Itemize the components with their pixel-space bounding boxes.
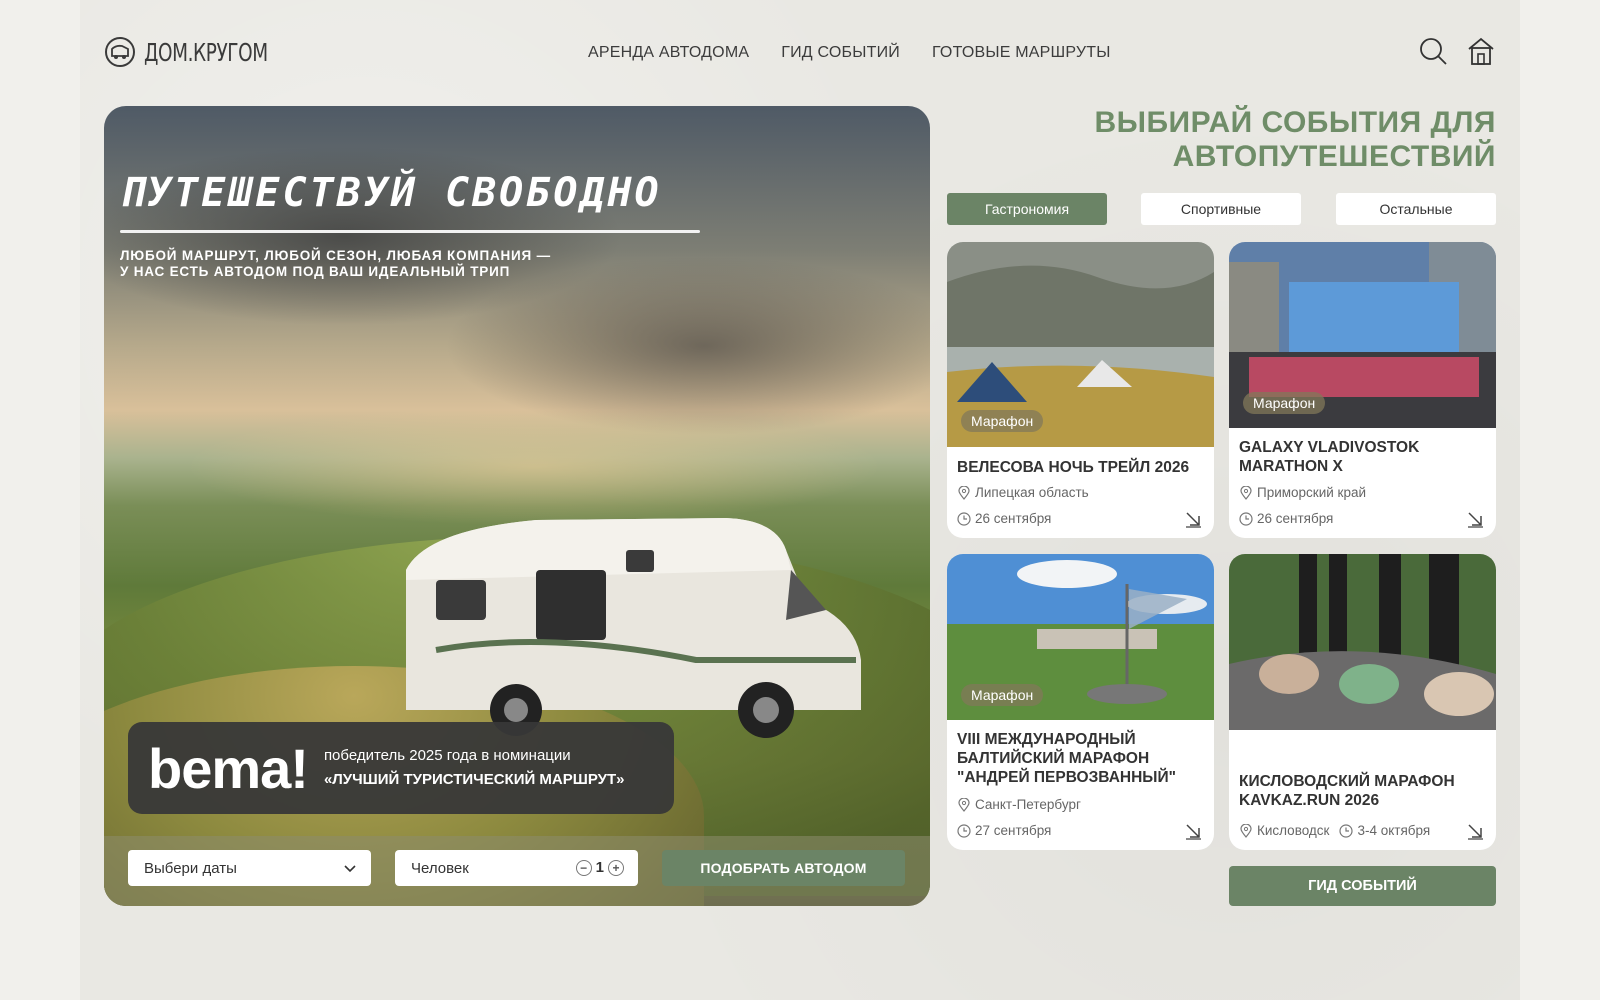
tab-other[interactable]: Остальные — [1336, 193, 1496, 225]
header-icons — [1418, 36, 1496, 66]
hero-title-underline — [120, 230, 700, 233]
award-text: победитель 2025 года в номинации «ЛУЧШИЙ… — [324, 744, 625, 792]
people-field: Человек − 1 + — [395, 850, 638, 886]
event-location-text: Санкт-Петербург — [975, 797, 1081, 812]
people-label: Человек — [411, 859, 469, 877]
booking-form: Выбери даты Человек − 1 + ПОДОБРАТЬ АВТО… — [104, 836, 930, 906]
award-caption: победитель 2025 года в номинации — [323, 747, 571, 764]
events-heading-line: ВЫБИРАЙ СОБЫТИЯ ДЛЯ — [1094, 106, 1496, 139]
event-date-text: 27 сентября — [975, 823, 1052, 838]
event-location-text: Приморский край — [1257, 485, 1367, 500]
arrow-down-right-icon[interactable] — [1466, 510, 1484, 528]
nav-events-guide[interactable]: ГИД СОБЫТИЙ — [781, 44, 900, 62]
location-pin-icon — [958, 797, 970, 812]
event-date: 26 сентября — [957, 511, 1051, 526]
clock-icon — [1239, 511, 1253, 526]
camper-image — [406, 518, 861, 738]
event-title: КИСЛОВОДСКИЙ МАРАФОН KAVKAZ.RUN 2026 — [1239, 773, 1455, 809]
hero-sunlight — [184, 406, 884, 526]
hero-title: ПУТЕШЕСТВУЙ СВОБОДНО — [120, 170, 662, 216]
main-nav: АРЕНДА АВТОДОМА ГИД СОБЫТИЙ ГОТОВЫЕ МАРШ… — [588, 44, 1111, 62]
tab-sports[interactable]: Спортивные — [1141, 193, 1301, 225]
dates-select[interactable]: Выбери даты — [128, 850, 371, 886]
clock-icon — [1339, 823, 1354, 838]
dates-select-label: Выбери даты — [144, 859, 237, 877]
chevron-down-icon — [344, 865, 356, 873]
event-title: GALAXY VLADIVOSTOK MARATHON X — [1239, 439, 1420, 475]
event-date: 27 сентября — [957, 823, 1051, 838]
award-logo: bema! — [148, 736, 309, 800]
events-heading: ВЫБИРАЙ СОБЫТИЯ ДЛЯ АВТОПУТЕШЕСТВИЙ — [1094, 106, 1496, 174]
event-date-text: 3-4 октября — [1357, 823, 1431, 838]
event-card[interactable]: Марафон GALAXY VLADIVOSTOK MARATHON X Пр… — [1229, 242, 1496, 538]
event-card[interactable]: Марафон VIII МЕЖДУНАРОДНЫЙ БАЛТИЙСКИЙ МА… — [947, 554, 1214, 850]
event-location: Липецкая область — [957, 485, 1089, 500]
event-card[interactable]: КИСЛОВОДСКИЙ МАРАФОН KAVKAZ.RUN 2026 Кис… — [1229, 554, 1496, 850]
home-icon[interactable] — [1466, 36, 1496, 66]
location-pin-icon — [1240, 485, 1252, 500]
event-title: VIII МЕЖДУНАРОДНЫЙ БАЛТИЙСКИЙ МАРАФОН "А… — [957, 731, 1176, 786]
tab-gastronomy[interactable]: Гастрономия — [947, 193, 1107, 225]
hero-subtitle-line: ЛЮБОЙ МАРШРУТ, ЛЮБОЙ СЕЗОН, ЛЮБАЯ КОМПАН… — [120, 248, 551, 263]
event-category-tabs: Гастрономия Спортивные Остальные — [947, 193, 1496, 225]
minus-icon[interactable]: − — [575, 859, 592, 876]
events-heading-line: АВТОПУТЕШЕСТВИЙ — [1172, 140, 1496, 173]
arrow-down-right-icon[interactable] — [1184, 822, 1202, 840]
people-count: 1 — [595, 859, 604, 876]
location-pin-icon — [1240, 823, 1252, 838]
award-nomination: «ЛУЧШИЙ ТУРИСТИЧЕСКИЙ МАРШРУТ» — [323, 771, 625, 788]
nav-ready-routes[interactable]: ГОТОВЫЕ МАРШРУТЫ — [932, 44, 1111, 62]
page-margin-left — [0, 0, 80, 1000]
event-date: 26 сентября — [1239, 511, 1333, 526]
arrow-down-right-icon[interactable] — [1466, 822, 1484, 840]
award-badge: bema! победитель 2025 года в номинации «… — [128, 722, 674, 814]
clock-icon — [957, 511, 971, 526]
clock-icon — [957, 823, 971, 838]
events-guide-button[interactable]: ГИД СОБЫТИЙ — [1229, 866, 1496, 906]
event-date-text: 26 сентября — [1257, 511, 1334, 526]
header: ДОМ.КРУГОМ АРЕНДА АВТОДОМА ГИД СОБЫТИЙ Г… — [104, 30, 1496, 80]
event-title: ВЕЛЕСОВА НОЧЬ ТРЕЙЛ 2026 — [957, 459, 1190, 476]
event-location: Кисловодск 3-4 октября — [1239, 823, 1430, 838]
hero-banner: ПУТЕШЕСТВУЙ СВОБОДНО ЛЮБОЙ МАРШРУТ, ЛЮБО… — [104, 106, 930, 906]
event-location-text: Липецкая область — [975, 485, 1089, 500]
event-image — [1229, 554, 1496, 730]
hero-subtitle: ЛЮБОЙ МАРШРУТ, ЛЮБОЙ СЕЗОН, ЛЮБАЯ КОМПАН… — [120, 248, 551, 280]
plus-icon[interactable]: + — [608, 859, 624, 876]
nav-rent-camper[interactable]: АРЕНДА АВТОДОМА — [588, 44, 749, 62]
event-badge: Марафон — [1243, 392, 1326, 414]
search-icon[interactable] — [1418, 36, 1448, 66]
logo-text: ДОМ.КРУГОМ — [144, 37, 268, 67]
event-card[interactable]: Марафон ВЕЛЕСОВА НОЧЬ ТРЕЙЛ 2026 Липецка… — [947, 242, 1214, 538]
event-location: Приморский край — [1239, 485, 1366, 500]
people-stepper: − 1 + — [575, 859, 624, 876]
logo[interactable]: ДОМ.КРУГОМ — [104, 36, 295, 68]
pick-camper-button[interactable]: ПОДОБРАТЬ АВТОДОМ — [662, 850, 905, 886]
camper-logo-icon — [105, 37, 135, 67]
event-date-text: 26 сентября — [975, 511, 1052, 526]
arrow-down-right-icon[interactable] — [1184, 510, 1202, 528]
location-pin-icon — [958, 485, 970, 500]
event-badge: Марафон — [961, 410, 1044, 432]
page-margin-right — [1520, 0, 1600, 1000]
hero-subtitle-line: У НАС ЕСТЬ АВТОДОМ ПОД ВАШ ИДЕАЛЬНЫЙ ТРИ… — [120, 264, 511, 279]
event-location-text: Кисловодск — [1257, 823, 1330, 838]
event-badge: Марафон — [961, 684, 1044, 706]
event-location: Санкт-Петербург — [957, 797, 1081, 812]
